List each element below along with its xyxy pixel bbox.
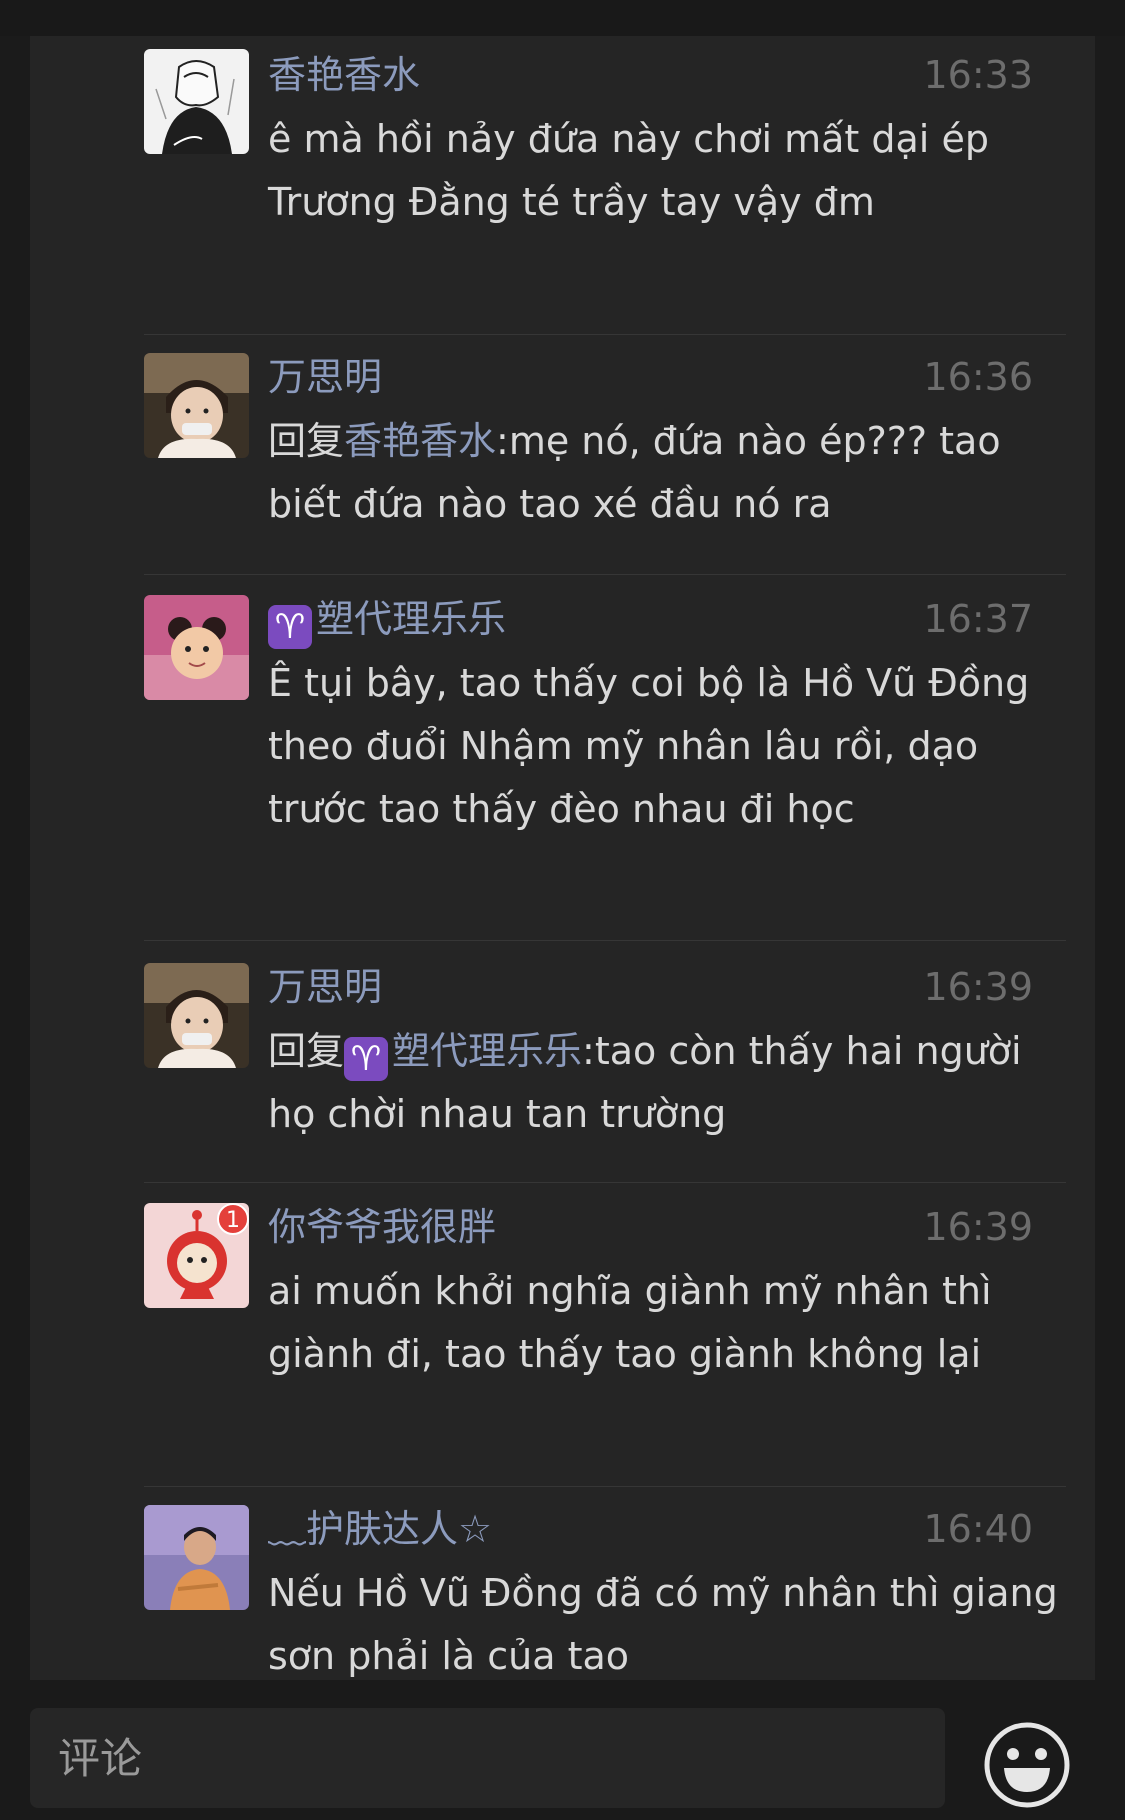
comment-text: Nếu Hồ Vũ Đồng đã có mỹ nhân thì giang s… (268, 1571, 1058, 1678)
author-name-text: 塑代理乐乐 (316, 597, 507, 641)
avatar[interactable] (144, 49, 249, 154)
comment-author[interactable]: 万思明 (268, 352, 382, 402)
comment-item: ﹏护肤达人☆ 16:40 Nếu Hồ Vũ Đồng đã có mỹ nhâ… (30, 1488, 1095, 1680)
comment-time: 16:39 (923, 965, 1033, 1009)
reply-to-user[interactable]: 香艳香水 (344, 419, 496, 463)
comment-time: 16:37 (923, 597, 1033, 641)
status-bar-area (0, 0, 1125, 36)
comment-time: 16:36 (923, 355, 1033, 399)
avatar[interactable] (144, 595, 249, 700)
comment-input-bar (0, 1680, 1125, 1820)
smiley-face-icon[interactable] (982, 1720, 1072, 1810)
comment-item: 香艳香水 16:33 ê mà hồi nảy đứa này chơi mất… (30, 36, 1095, 336)
comment-item: 万思明 16:39 回复 ♈ 塑代理乐乐:tao còn thấy hai ngườ… (30, 942, 1095, 1182)
comment-item: 万思明 16:36 回复香艳香水:mẹ nó, đứa nào ép??? ta… (30, 336, 1095, 576)
divider (144, 1182, 1066, 1183)
reply-prefix: 回复 (268, 1029, 345, 1073)
comment-author[interactable]: ﹏护肤达人☆ (268, 1504, 492, 1554)
comment-item: 1 你爷爷我很胖 16:39 ai muốn khởi nghĩa giành … (30, 1184, 1095, 1484)
reply-prefix: 回复 (268, 419, 345, 463)
comment-text: ê mà hồi nảy đứa này chơi mất dại ép Trư… (268, 117, 989, 224)
aries-icon: ♈ (344, 1037, 389, 1081)
comment-time: 16:39 (923, 1205, 1033, 1249)
comment-author[interactable]: 你爷爷我很胖 (268, 1202, 496, 1252)
divider (144, 574, 1066, 575)
comment-text: 回复香艳香水:mẹ nó, đứa nào ép??? tao biết đứa… (268, 410, 1078, 536)
avatar[interactable] (144, 963, 249, 1068)
avatar[interactable] (144, 353, 249, 458)
comment-input[interactable] (30, 1708, 945, 1808)
avatar[interactable] (144, 1505, 249, 1610)
reply-to-user[interactable]: 塑代理乐乐 (392, 1029, 582, 1073)
comment-text: Ê tụi bây, tao thấy coi bộ là Hồ Vũ Đồng… (268, 661, 1030, 831)
divider (144, 1486, 1066, 1487)
comment-author[interactable]: 万思明 (268, 962, 382, 1012)
comment-author[interactable]: 香艳香水 (268, 50, 420, 100)
aries-icon: ♈ (268, 605, 312, 649)
comment-author[interactable]: ♈ 塑代理乐乐 (268, 594, 506, 649)
comment-time: 16:40 (923, 1507, 1033, 1551)
comment-text: 回复 ♈ 塑代理乐乐:tao còn thấy hai người họ chời … (268, 1020, 1078, 1146)
notification-badge: 1 (217, 1203, 249, 1235)
comments-panel: 香艳香水 16:33 ê mà hồi nảy đứa này chơi mất… (30, 36, 1095, 1680)
avatar[interactable]: 1 (144, 1203, 249, 1308)
comment-item: ♈ 塑代理乐乐 16:37 Ê tụi bây, tao thấy coi bộ … (30, 576, 1095, 942)
divider (144, 334, 1066, 335)
comment-text: ai muốn khởi nghĩa giành mỹ nhân thì già… (268, 1269, 992, 1376)
divider (144, 940, 1066, 941)
comment-time: 16:33 (923, 53, 1033, 97)
